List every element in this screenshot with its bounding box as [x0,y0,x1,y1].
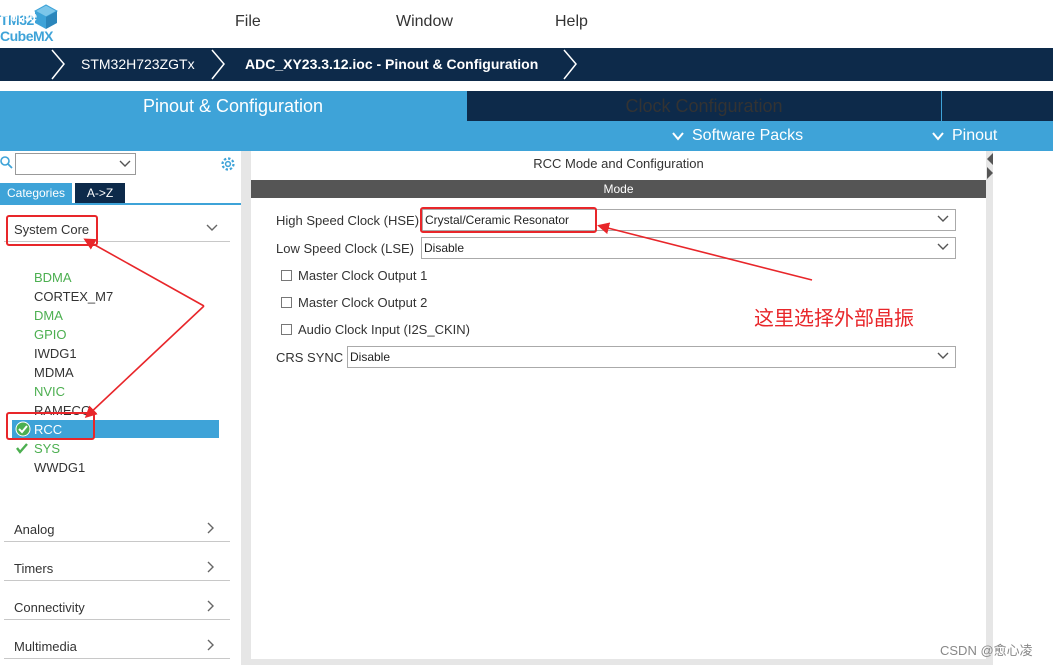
arrow-to-hse [597,222,813,281]
arrow-to-system-core [83,238,205,307]
watermark: CSDN @愈心凌 [940,643,1033,658]
arrow-to-rcc [84,305,205,419]
annotation-text: 这里选择外部晶振 [754,308,914,330]
annotation-arrows [83,222,813,419]
